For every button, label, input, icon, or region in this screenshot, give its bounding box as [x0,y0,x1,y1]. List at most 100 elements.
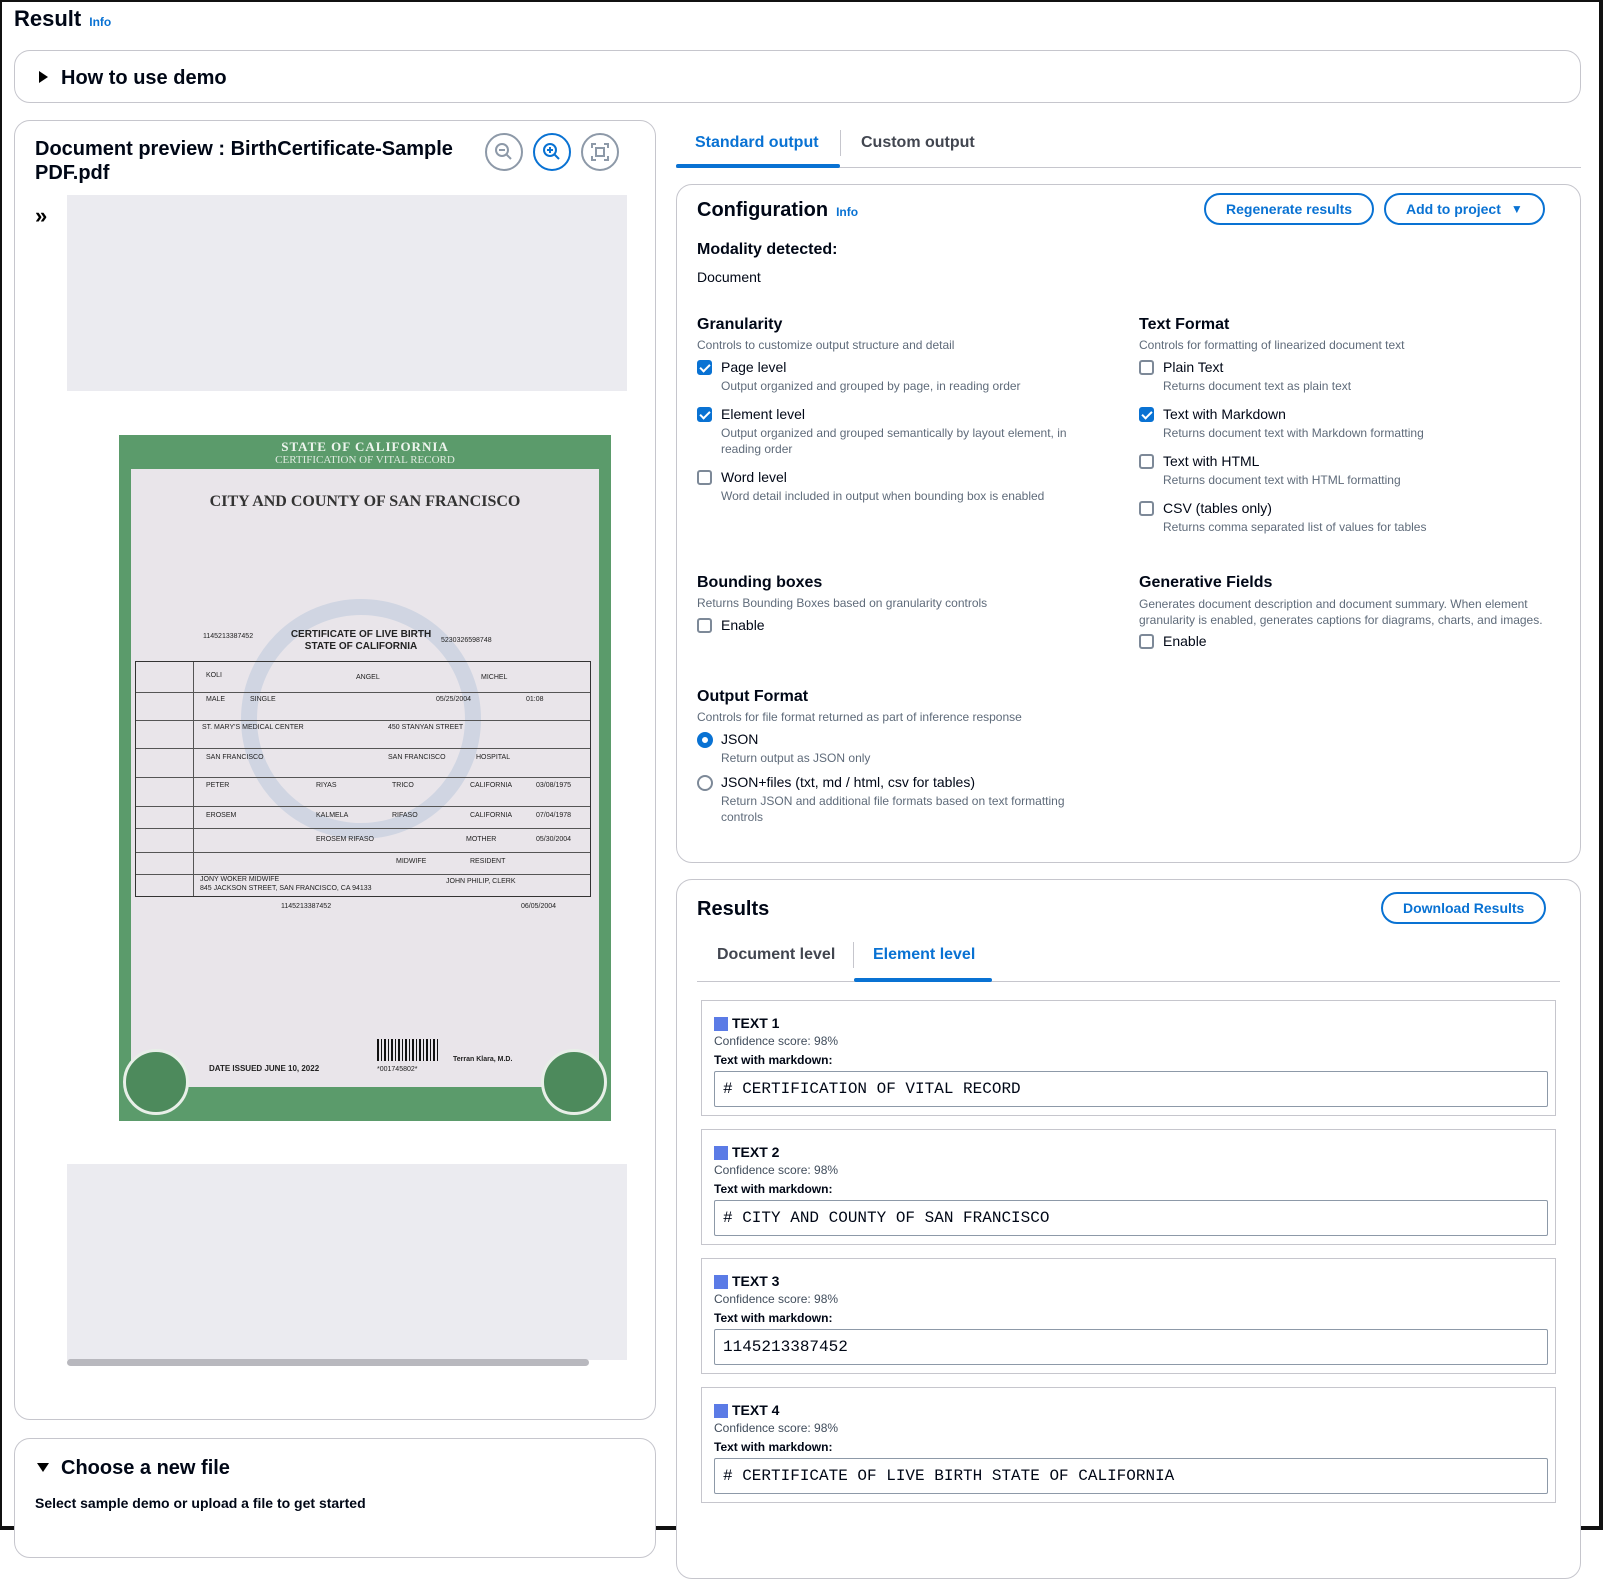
cert-date-accepted: 06/05/2004 [521,903,557,910]
bounding-boxes-desc: Returns Bounding Boxes based on granular… [697,596,988,610]
tab-element-level[interactable]: Element level [873,946,975,964]
document-preview-panel: Document preview : BirthCertificate-Samp… [14,120,656,1420]
config-info-link[interactable]: Info [836,205,858,219]
cert-barcode [377,1039,439,1061]
fit-screen-button[interactable] [581,133,619,171]
cert-date-signed: 05/30/2004 [536,836,572,843]
output-format-desc: Controls for file format returned as par… [697,710,1022,724]
cert-father-last: TRICO [392,782,414,789]
how-to-use-expander[interactable]: How to use demo [14,50,1581,103]
plain-text-desc: Returns document text as plain text [1163,379,1352,393]
cert-attendant: MIDWIFE [396,858,427,865]
cert-form-grid: KOLI ANGEL MICHEL MALE SINGLE 05/25/2004… [135,661,591,897]
csv-label: CSV (tables only) [1163,500,1272,516]
cert-attendant-name: JONY WOKER MIDWIFE [200,876,280,883]
cert-mother-state: CALIFORNIA [470,812,513,819]
checkbox-unchecked-icon [1139,634,1154,649]
generative-enable-label: Enable [1163,633,1207,649]
fit-screen-icon [591,143,609,161]
regenerate-results-button[interactable]: Regenerate results [1204,193,1375,225]
cert-doc-title: CERTIFICATE OF LIVE BIRTH STATE OF CALIF… [290,629,432,652]
modality-label: Modality detected: [697,241,838,258]
bounding-boxes-title: Bounding boxes [697,574,823,591]
cert-barcode-number: *001745802* [377,1066,418,1073]
plain-text-label: Plain Text [1163,359,1224,375]
cert-county: SAN FRANCISCO [388,754,446,761]
cert-header: STATE OF CALIFORNIA [281,439,449,454]
result-title: TEXT 3 [732,1273,780,1289]
cert-officer: Terran Klara, M.D. [453,1056,513,1063]
json-files-label: JSON+files (txt, md / html, csv for tabl… [721,774,976,790]
cert-emblem-left [123,1049,189,1115]
confidence-score: Confidence score: 98% [714,1163,839,1177]
page-level-desc: Output organized and grouped by page, in… [721,379,1021,393]
tab-document-level[interactable]: Document level [717,946,835,964]
cert-father-dob: 03/08/1975 [536,782,572,789]
cert-address: 450 STANYAN STREET [388,724,464,731]
how-to-label: How to use demo [61,67,227,89]
markdown-value[interactable]: # CITY AND COUNTY OF SAN FRANCISCO [714,1200,1548,1236]
cert-father-middle: RIYAS [316,782,337,789]
config-title: Configuration Info [697,199,859,221]
text-format-desc: Controls for formatting of linearized do… [1139,338,1405,352]
birth-certificate-image: STATE OF CALIFORNIA CERTIFICATION OF VIT… [119,435,611,1121]
caret-right-icon [39,71,48,83]
output-format-title: Output Format [697,688,809,705]
cert-mother-middle: KALMELA [316,812,349,819]
info-link[interactable]: Info [89,15,111,29]
choose-file-expander[interactable]: Choose a new file Select sample demo or … [14,1438,656,1558]
cert-certifier: JOHN PHILIP, CLERK [446,878,516,885]
cert-place: ST. MARY'S MEDICAL CENTER [202,724,304,731]
result-card: TEXT 3 Confidence score: 98% Text with m… [701,1258,1556,1374]
cert-informant: EROSEM RIFASO [316,836,374,843]
zoom-out-icon [495,143,512,160]
json-label: JSON [721,731,759,747]
element-level-desc: Output organized and grouped semanticall… [721,426,1067,456]
horizontal-scrollbar[interactable] [67,1359,589,1366]
element-color-marker [714,1404,728,1418]
expand-sidebar-icon[interactable]: » [35,203,47,229]
caret-down-icon: ▼ [1510,202,1523,216]
zoom-out-button[interactable] [485,133,523,171]
tab-custom-output[interactable]: Custom output [861,134,975,152]
cert-hour: 01:08 [526,696,544,703]
tab-active-indicator [854,978,992,982]
element-color-marker [714,1275,728,1289]
results-title: Results [697,898,770,920]
cert-child-first: KOLI [206,672,222,679]
result-card: TEXT 4 Confidence score: 98% Text with m… [701,1387,1556,1503]
tab-standard-output[interactable]: Standard output [695,134,819,152]
add-to-project-button[interactable]: Add to project ▼ [1384,193,1545,225]
json-desc: Return output as JSON only [721,751,871,765]
results-tabs: Document level Element level [697,932,1560,982]
word-level-desc: Word detail included in output when boun… [721,489,1045,503]
page-level-label: Page level [721,359,787,375]
markdown-value[interactable]: 1145213387452 [714,1329,1548,1365]
page-gap-top [67,195,627,391]
markdown-desc: Returns document text with Markdown form… [1163,426,1424,440]
element-color-marker [714,1017,728,1031]
checkbox-unchecked-icon [1139,501,1154,516]
confidence-score: Confidence score: 98% [714,1034,839,1048]
checkbox-checked-icon [697,360,712,375]
cert-father-first: PETER [206,782,230,789]
bounding-enable-label: Enable [721,617,765,633]
page-gap-bottom [67,1164,627,1360]
cert-city-name: SAN FRANCISCO [206,754,264,761]
cert-attendant-addr: 845 JACKSON STREET, SAN FRANCISCO, CA 94… [200,885,372,892]
markdown-label: Text with markdown: [714,1311,833,1325]
download-results-button[interactable]: Download Results [1381,892,1547,924]
tab-active-indicator [676,164,840,168]
cert-child-middle: ANGEL [356,674,380,681]
radio-unselected-icon [697,775,713,791]
markdown-value[interactable]: # CERTIFICATE OF LIVE BIRTH STATE OF CAL… [714,1458,1548,1494]
zoom-in-button[interactable] [533,133,571,171]
generative-fields-desc: Generates document description and docum… [1139,597,1543,627]
markdown-value[interactable]: # CERTIFICATION OF VITAL RECORD [714,1071,1548,1107]
choose-file-subtitle: Select sample demo or upload a file to g… [35,1495,366,1511]
cert-emblem-right [541,1049,607,1115]
csv-desc: Returns comma separated list of values f… [1163,520,1427,534]
caret-down-icon [37,1463,49,1472]
choose-file-label: Choose a new file [61,1457,230,1479]
confidence-score: Confidence score: 98% [714,1421,839,1435]
